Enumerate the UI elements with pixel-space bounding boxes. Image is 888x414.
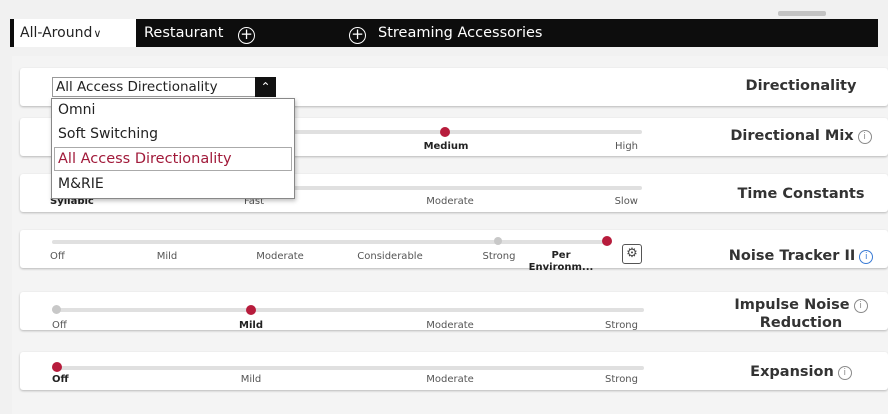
impulse-noise-slider-track[interactable] (52, 308, 644, 312)
directional-mix-slider-thumb[interactable] (440, 127, 450, 137)
expansion-tick-strong: Strong (605, 374, 638, 385)
impulse-noise-slider-stop (52, 305, 61, 314)
tab-streaming-accessories[interactable]: + Streaming Accessories (349, 19, 542, 47)
gear-icon[interactable]: ⚙ (622, 244, 642, 264)
info-icon[interactable]: i (837, 366, 852, 380)
info-icon[interactable]: i (853, 299, 868, 313)
noise-tracker-label-wrap: Noise Tracker II i (712, 248, 888, 264)
impulse-noise-label-line2: Reduction (759, 315, 843, 331)
directionality-label: Directionality (745, 78, 857, 94)
impulse-noise-tick-strong: Strong (605, 320, 638, 331)
plus-circle-icon[interactable]: + (349, 27, 366, 44)
expansion-label-wrap: Expansion i (712, 364, 888, 380)
noise-tracker-tick-considerable: Considerable (357, 251, 423, 262)
dropdown-option-omni[interactable]: Omni (58, 102, 95, 118)
directionality-dropdown-menu: Omni Soft Switching All Access Direction… (51, 98, 295, 199)
noise-tracker-tick-off: Off (50, 251, 65, 262)
noise-tracker-tick-moderate: Moderate (256, 251, 304, 262)
noise-tracker-slider-stop (494, 237, 502, 245)
tab-restaurant[interactable]: Restaurant + (144, 19, 255, 47)
time-constants-tick-moderate: Moderate (426, 196, 474, 207)
directional-mix-tick-medium: Medium (423, 141, 469, 152)
noise-tracker-tick-per: Per (551, 250, 571, 261)
tab-all-around-label: All-Around (20, 25, 93, 41)
time-constants-tick-slow: Slow (614, 196, 638, 207)
directional-mix-slider-track[interactable] (282, 130, 642, 134)
plus-circle-icon[interactable]: + (238, 27, 255, 44)
dropdown-option-soft-switching[interactable]: Soft Switching (58, 126, 158, 142)
noise-tracker-row: Noise Tracker II i (20, 230, 888, 268)
expansion-slider-thumb[interactable] (52, 362, 62, 372)
impulse-noise-tick-mild: Mild (239, 320, 263, 331)
directional-mix-label-wrap: Directional Mix i (712, 128, 888, 144)
impulse-noise-label: Impulse Noise (734, 297, 850, 313)
noise-tracker-tick-environment: Environm... (528, 262, 594, 273)
expansion-tick-off: Off (52, 374, 69, 385)
info-icon[interactable]: i (857, 130, 872, 144)
scroll-indicator[interactable] (778, 11, 826, 16)
dropdown-option-all-access[interactable]: All Access Directionality (58, 151, 232, 167)
expansion-tick-moderate: Moderate (426, 374, 474, 385)
directional-mix-label: Directional Mix (730, 128, 854, 144)
impulse-noise-label-wrap: Impulse Noise i Reduction (712, 296, 888, 332)
impulse-noise-tick-off: Off (52, 320, 67, 331)
dropdown-option-mrie[interactable]: M&RIE (58, 176, 104, 192)
directionality-select-value: All Access Directionality (56, 79, 218, 95)
chevron-up-icon[interactable]: ⌃ (255, 77, 276, 97)
time-constants-slider-track[interactable] (282, 186, 642, 190)
tab-restaurant-label: Restaurant (144, 25, 224, 41)
directional-mix-tick-high: High (615, 141, 638, 152)
noise-tracker-tick-mild: Mild (156, 251, 178, 262)
info-icon[interactable]: i (859, 250, 874, 264)
expansion-slider-track[interactable] (52, 366, 644, 370)
impulse-noise-slider-thumb[interactable] (246, 305, 256, 315)
expansion-label: Expansion (750, 364, 834, 380)
noise-tracker-slider-thumb[interactable] (602, 236, 612, 246)
impulse-noise-label-line1: Impulse Noise i (712, 296, 888, 314)
directionality-select[interactable]: All Access Directionality ⌃ (52, 77, 276, 97)
chevron-down-icon[interactable]: ∨ (93, 27, 101, 40)
tab-streaming-label: Streaming Accessories (378, 25, 543, 41)
noise-tracker-tick-strong: Strong (482, 251, 516, 262)
impulse-noise-tick-moderate: Moderate (426, 320, 474, 331)
expansion-tick-mild: Mild (240, 374, 262, 385)
program-tab-bar: All-Around∨ Restaurant + + Streaming Acce… (10, 19, 878, 47)
time-constants-label: Time Constants (737, 186, 865, 202)
tab-all-around[interactable]: All-Around∨ (14, 19, 136, 47)
noise-tracker-slider-track[interactable] (52, 240, 612, 244)
noise-tracker-label: Noise Tracker II (728, 248, 856, 264)
